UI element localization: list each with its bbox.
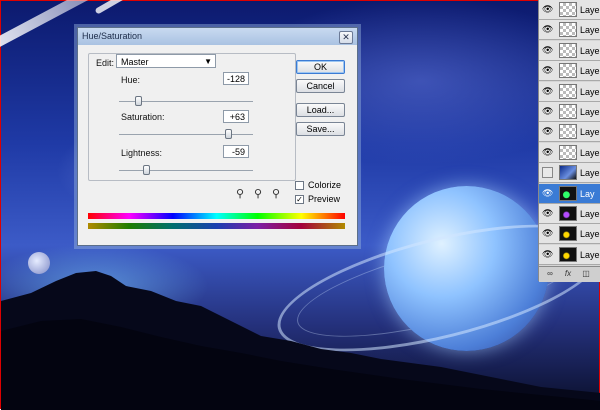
layer-thumbnail <box>559 2 577 17</box>
eye-icon[interactable]: 👁 <box>542 147 553 158</box>
layer-thumbnail <box>559 22 577 38</box>
eye-icon[interactable]: 👁 <box>542 188 553 199</box>
layer-row[interactable]: 👁 Laye <box>539 122 600 143</box>
layer-thumbnail <box>559 144 577 160</box>
layer-thumbnail <box>559 42 577 58</box>
layer-name: Laye <box>580 249 600 260</box>
layer-row[interactable]: 👁 Laye <box>539 142 600 163</box>
dialog-titlebar[interactable]: Hue/Saturation ✕ <box>78 28 357 45</box>
layer-thumbnail <box>559 63 577 79</box>
close-icon[interactable]: ✕ <box>339 31 353 44</box>
hue-label: Hue: <box>121 75 141 85</box>
colorize-label: Colorize <box>308 180 342 190</box>
layer-name: Laye <box>580 5 600 15</box>
saturation-slider-thumb[interactable] <box>224 129 232 139</box>
layer-row[interactable]: 👁 Laye <box>539 0 600 20</box>
layer-name: Laye <box>580 66 600 77</box>
eye-icon[interactable]: 👁 <box>542 228 553 239</box>
layer-name: Laye <box>580 209 600 219</box>
layer-name: Laye <box>580 25 600 36</box>
eyedropper-plus-icon[interactable]: ⚲ <box>254 188 264 200</box>
layer-thumbnail <box>559 104 577 119</box>
layer-row[interactable]: 👁 Laye <box>539 204 600 224</box>
lightness-slider-track[interactable] <box>119 170 253 171</box>
hue-slider-thumb[interactable] <box>134 96 142 106</box>
edit-channel-value: Master <box>121 57 149 67</box>
eye-icon[interactable]: 👁 <box>542 208 553 219</box>
mask-icon[interactable]: ◫ <box>581 269 591 279</box>
eye-icon[interactable]: 👁 <box>542 4 553 15</box>
eye-icon[interactable]: 👁 <box>542 65 553 76</box>
eyedropper-icon[interactable]: ⚲ <box>236 188 246 200</box>
layer-name: Laye <box>580 147 600 158</box>
link-icon[interactable]: ∞ <box>545 269 555 279</box>
eyedropper-minus-icon[interactable]: ⚲ <box>272 188 282 200</box>
layer-name: Laye <box>580 168 600 179</box>
layer-thumbnail <box>559 206 577 221</box>
eye-icon[interactable]: 👁 <box>542 86 553 97</box>
layer-name: Lay <box>580 188 595 199</box>
input-spectrum-bar <box>88 213 345 219</box>
preview-checkbox[interactable]: ✓ <box>295 195 304 204</box>
visibility-toggle[interactable] <box>542 167 553 179</box>
fx-icon[interactable]: fx <box>563 269 573 279</box>
lightness-value-field[interactable]: -59 <box>223 145 249 158</box>
save-button[interactable]: Save... <box>296 122 345 136</box>
layer-row[interactable]: 👁 Laye <box>539 224 600 245</box>
chevron-down-icon: ▼ <box>204 57 212 66</box>
layer-name: Laye <box>580 86 600 97</box>
preview-label: Preview <box>308 194 341 204</box>
layer-thumbnail <box>559 83 577 99</box>
dialog-title: Hue/Saturation <box>82 31 143 41</box>
lightness-slider-thumb[interactable] <box>142 165 150 175</box>
hue-saturation-dialog: Hue/Saturation ✕ Edit: Master ▼ Hue: -12… <box>77 27 358 246</box>
layer-thumbnail <box>559 246 577 262</box>
layer-name: Laye <box>580 229 600 240</box>
layer-name: Laye <box>580 107 600 117</box>
ok-button[interactable]: OK <box>296 60 345 74</box>
eye-icon[interactable]: 👁 <box>542 106 553 117</box>
colorize-checkbox[interactable] <box>295 181 304 190</box>
layer-thumbnail <box>559 124 577 140</box>
output-spectrum-bar <box>88 223 345 229</box>
eye-icon[interactable]: 👁 <box>542 249 553 260</box>
eye-icon[interactable]: 👁 <box>542 24 553 35</box>
layer-row[interactable]: 👁 Laye <box>539 81 600 102</box>
load-button[interactable]: Load... <box>296 103 345 117</box>
eye-icon[interactable]: 👁 <box>542 126 553 137</box>
hue-value-field[interactable]: -128 <box>223 72 249 85</box>
layer-name: Laye <box>580 127 600 138</box>
layers-footer: ∞ fx ◫ <box>539 266 600 282</box>
layer-row[interactable]: 👁 Laye <box>539 40 600 61</box>
layer-name: Laye <box>580 45 600 56</box>
saturation-slider-track[interactable] <box>119 134 253 135</box>
eye-icon[interactable]: 👁 <box>542 45 553 56</box>
edit-channel-select[interactable]: Master ▼ <box>116 54 216 68</box>
lightness-label: Lightness: <box>121 148 163 158</box>
layer-thumbnail <box>559 226 577 242</box>
saturation-label: Saturation: <box>121 112 165 122</box>
layer-row[interactable]: 👁 Laye <box>539 102 600 122</box>
layer-row[interactable]: 👁 Laye <box>539 20 600 41</box>
layer-thumbnail <box>559 185 577 201</box>
layers-panel: 👁 Laye 👁 Laye 👁 Laye 👁 Laye 👁 Laye 👁 Laye 👁 Laye 👁 Laye… <box>538 0 600 282</box>
layer-row[interactable]: 👁 Laye <box>539 244 600 265</box>
layer-row[interactable]: 👁 Laye <box>539 61 600 82</box>
edit-label: Edit: <box>96 58 115 68</box>
layer-thumbnail <box>559 165 577 181</box>
cancel-button[interactable]: Cancel <box>296 79 345 93</box>
layer-row[interactable]: Laye <box>539 163 600 184</box>
layer-row[interactable]: 👁 Lay <box>539 183 600 204</box>
saturation-value-field[interactable]: +63 <box>223 110 249 123</box>
adjustment-group <box>88 53 296 181</box>
